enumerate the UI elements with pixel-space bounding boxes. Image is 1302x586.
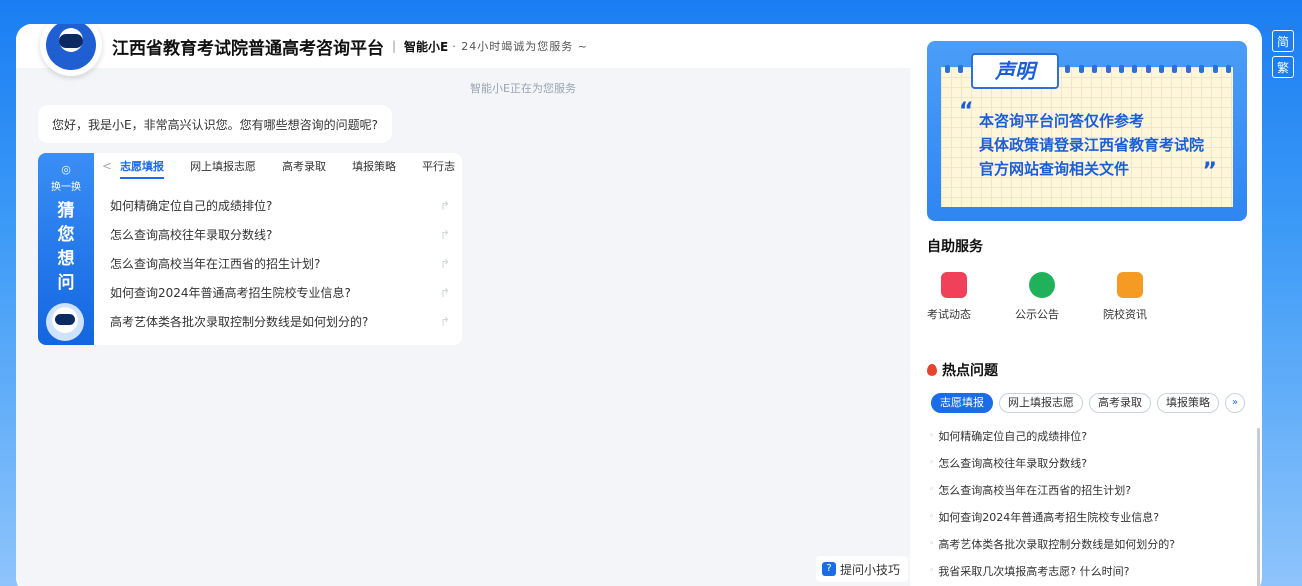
refresh-icon: ◎ [61, 163, 71, 176]
service-announcements[interactable]: 公示公告 [1015, 272, 1103, 322]
question-text: 如何精确定位自己的成绩排位? [110, 199, 273, 213]
refresh-label: 换一换 [51, 182, 81, 193]
guess-tabs: < 志愿填报 网上填报志愿 高考录取 填报策略 平行志 > [94, 153, 462, 179]
document-icon [941, 272, 967, 298]
service-school-info[interactable]: 院校资讯 [1103, 272, 1191, 322]
robot-mascot-icon [46, 303, 84, 341]
users-icon [1029, 272, 1055, 298]
page-title: 江西省教育考试院普通高考咨询平台 [112, 38, 384, 59]
scrollbar[interactable] [1257, 428, 1260, 586]
language-switch: 简 繁 [1272, 30, 1294, 82]
share-arrow-icon: ↱ [439, 256, 450, 271]
guess-questions-card: ◎ 换一换 猜 您 想 问 < 志愿填报 网上填报志愿 高考录取 填报策略 平行… [38, 153, 462, 345]
tab-admission[interactable]: 高考录取 [282, 158, 326, 174]
question-text: 怎么查询高校往年录取分数线? [110, 228, 273, 242]
service-label: 公示公告 [1015, 308, 1059, 321]
guess-char: 您 [57, 225, 75, 245]
list-item[interactable]: 如何查询2024年普通高考招生院校专业信息? ↱ [110, 278, 450, 307]
quote-open-icon: “ [959, 99, 974, 124]
traditional-chinese-button[interactable]: 繁 [1272, 56, 1294, 78]
hot-title-text: 热点问题 [942, 363, 998, 379]
guess-question-list: 如何精确定位自己的成绩排位? ↱ 怎么查询高校往年录取分数线? ↱ 怎么查询高校当年… [110, 191, 450, 336]
question-text: 高考艺体类各批次录取控制分数线是如何划分的? [110, 315, 369, 329]
question-text: 如何查询2024年普通高考招生院校专业信息? [110, 286, 351, 300]
hot-questions-title: 热点问题 [927, 360, 998, 380]
tab-strategy[interactable]: 填报策略 [352, 158, 396, 174]
list-item[interactable]: 高考艺体类各批次录取控制分数线是如何划分的? ↱ [110, 307, 450, 336]
robot-avatar [40, 24, 102, 76]
disclaimer-banner: 声明 “ 本咨询平台问答仅作参考 具体政策请登录江西省教育考试院 官方网站查询相… [927, 41, 1247, 221]
refresh-button[interactable]: ◎ 换一换 [38, 163, 94, 193]
service-label: 院校资讯 [1103, 308, 1147, 321]
self-service-title: 自助服务 [927, 239, 983, 255]
notice-line: 官方网站查询相关文件 [979, 160, 1130, 178]
share-arrow-icon: ↱ [439, 314, 450, 329]
hot-tab-online-volunteer[interactable]: 网上填报志愿 [999, 393, 1083, 413]
list-item[interactable]: 怎么查询高校当年在江西省的招生计划? ↱ [110, 249, 450, 278]
graduation-cap-icon [1117, 272, 1143, 298]
notice-line: 具体政策请登录江西省教育考试院 [979, 136, 1205, 154]
greeting-bubble: 您好，我是小E，非常高兴认识您。您有哪些想咨询的问题呢? [38, 105, 392, 143]
service-status: 智能小E正在为您服务 [470, 82, 576, 95]
share-arrow-icon: ↱ [439, 198, 450, 213]
notice-line: 本咨询平台问答仅作参考 [979, 112, 1145, 130]
self-service-list: 考试动态 公示公告 院校资讯 [927, 272, 1191, 322]
guess-char: 想 [57, 249, 75, 269]
tab-volunteer[interactable]: 志愿填报 [120, 158, 165, 179]
hot-tab-admission[interactable]: 高考录取 [1089, 393, 1151, 413]
slogan: · 24小时竭诚为您服务 ~ [452, 40, 588, 53]
service-label: 考试动态 [927, 308, 971, 321]
double-chevron-right-icon[interactable]: » [1225, 393, 1245, 413]
guess-sidebar: ◎ 换一换 猜 您 想 问 [38, 153, 94, 345]
fire-icon [927, 364, 937, 376]
tab-prev-icon[interactable]: < [102, 159, 112, 173]
notice-tag: 声明 [971, 53, 1059, 89]
tab-next-icon[interactable]: > [446, 159, 456, 173]
hot-tab-strategy[interactable]: 填报策略 [1157, 393, 1219, 413]
main-card: 江西省教育考试院普通高考咨询平台 | 智能小E · 24小时竭诚为您服务 ~ 智… [16, 24, 1262, 586]
guess-heading: 猜 您 想 问 [38, 199, 94, 295]
list-item[interactable]: 怎么查询高校当年在江西省的招生计划? [929, 476, 1259, 503]
guess-char: 问 [57, 273, 75, 293]
robot-icon [46, 24, 96, 70]
list-item[interactable]: 怎么查询高校往年录取分数线? [929, 449, 1259, 476]
side-panel: 声明 “ 本咨询平台问答仅作参考 具体政策请登录江西省教育考试院 官方网站查询相… [910, 24, 1262, 586]
hot-question-list: 如何精确定位自己的成绩排位? 怎么查询高校往年录取分数线? 怎么查询高校当年在江… [929, 422, 1259, 584]
help-icon: ? [822, 562, 836, 576]
list-item[interactable]: 如何精确定位自己的成绩排位? ↱ [110, 191, 450, 220]
quote-close-icon: ” [1202, 159, 1217, 184]
brand-name: 智能小E [404, 39, 449, 54]
list-item[interactable]: 高考艺体类各批次录取控制分数线是如何划分的? [929, 530, 1259, 557]
share-arrow-icon: ↱ [439, 227, 450, 242]
list-item[interactable]: 怎么查询高校往年录取分数线? ↱ [110, 220, 450, 249]
service-exam-news[interactable]: 考试动态 [927, 272, 1015, 322]
notice-text: 本咨询平台问答仅作参考 具体政策请登录江西省教育考试院 官方网站查询相关文件 [979, 109, 1204, 181]
hot-tabs: 志愿填报 网上填报志愿 高考录取 填报策略 » [931, 393, 1245, 413]
question-tips-button[interactable]: ? 提问小技巧 [816, 556, 909, 582]
chat-pane: 江西省教育考试院普通高考咨询平台 | 智能小E · 24小时竭诚为您服务 ~ 智… [16, 24, 910, 586]
title-separator: | [392, 39, 397, 53]
list-item[interactable]: 我省采取几次填报高考志愿? 什么时间? [929, 557, 1259, 584]
list-item[interactable]: 如何查询2024年普通高考招生院校专业信息? [929, 503, 1259, 530]
simplified-chinese-button[interactable]: 简 [1272, 30, 1294, 52]
tab-online-volunteer[interactable]: 网上填报志愿 [190, 158, 256, 174]
question-text: 怎么查询高校当年在江西省的招生计划? [110, 257, 321, 271]
header: 江西省教育考试院普通高考咨询平台 | 智能小E · 24小时竭诚为您服务 ~ [16, 24, 910, 76]
list-item[interactable]: 如何精确定位自己的成绩排位? [929, 422, 1259, 449]
tips-label: 提问小技巧 [840, 562, 901, 577]
guess-char: 猜 [57, 201, 75, 221]
hot-tab-volunteer[interactable]: 志愿填报 [931, 393, 993, 413]
share-arrow-icon: ↱ [439, 285, 450, 300]
